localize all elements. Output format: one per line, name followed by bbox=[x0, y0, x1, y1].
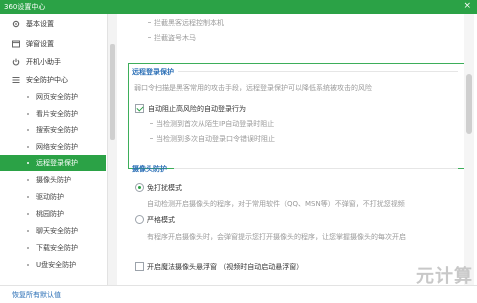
bullet-icon bbox=[27, 247, 29, 249]
sidebar: 基本设置 弹窗设置 开机小助手 安全防护中心 网页安全防护 看片安全防护 搜索安… bbox=[0, 14, 108, 285]
content-scrollbar-thumb[interactable] bbox=[466, 74, 472, 134]
sidebar-item-label: U盘安全防护 bbox=[36, 261, 77, 269]
section-description: 弱口令扫描是黑客常用的攻击手段，远程登录保护可以降低系统被攻击的风险 bbox=[134, 84, 372, 92]
restore-defaults-link[interactable]: 恢复所有默认值 bbox=[12, 290, 61, 300]
title-bar: 360设置中心 × bbox=[0, 0, 477, 14]
hint-text: 拦截黑客远程控制本机 bbox=[154, 19, 224, 27]
footer-bar: 恢复所有默认值 bbox=[0, 285, 477, 303]
sidebar-item-camera-protection[interactable]: 摄像头防护 bbox=[0, 172, 106, 188]
sidebar-item-download-protection[interactable]: 下载安全防护 bbox=[0, 240, 106, 256]
sidebar-item-label: 网页安全防护 bbox=[36, 93, 78, 101]
sidebar-item-video-protection[interactable]: 看片安全防护 bbox=[0, 106, 106, 122]
sidebar-item-search-protection[interactable]: 搜索安全防护 bbox=[0, 122, 106, 138]
watermark-text: 元计算 bbox=[416, 266, 473, 287]
sidebar-item-label: 安全防护中心 bbox=[26, 76, 68, 84]
bullet-icon bbox=[27, 146, 29, 148]
window-title: 360设置中心 bbox=[4, 3, 46, 11]
shield-list-icon bbox=[12, 77, 20, 83]
dash-icon bbox=[150, 138, 153, 139]
hint-text: 当检测到首次从陌生IP自动登录时阻止 bbox=[156, 120, 275, 128]
content-scrollbar[interactable] bbox=[464, 14, 474, 285]
free-mode-description: 自动检测开启摄像头的程序，对于常用软件（QQ、MSN等）不弹窗，不打扰您视频 bbox=[147, 200, 405, 208]
sidebar-item-label: 看片安全防护 bbox=[36, 110, 78, 118]
sidebar-item-label: 聊天安全防护 bbox=[36, 227, 78, 235]
bullet-icon bbox=[27, 162, 29, 164]
sidebar-item-peach-protection[interactable]: 桃园防护 bbox=[0, 206, 106, 222]
auto-block-label[interactable]: 自动阻止高风险的自动登录行为 bbox=[148, 104, 246, 114]
sidebar-item-basic-settings[interactable]: 基本设置 bbox=[0, 16, 106, 32]
bullet-icon bbox=[27, 96, 29, 98]
bullet-icon bbox=[27, 196, 29, 198]
sidebar-item-label: 摄像头防护 bbox=[36, 176, 71, 184]
float-window-checkbox[interactable] bbox=[135, 262, 144, 271]
sidebar-item-chat-protection[interactable]: 聊天安全防护 bbox=[0, 223, 106, 239]
free-mode-radio[interactable] bbox=[135, 183, 144, 192]
section-divider bbox=[178, 71, 458, 72]
sidebar-item-label: 基本设置 bbox=[26, 20, 54, 28]
section-title-remote-login: 远程登录保护 bbox=[132, 68, 174, 76]
sidebar-item-web-protection[interactable]: 网页安全防护 bbox=[0, 89, 106, 105]
hint-text: 拦截盗号木马 bbox=[154, 34, 196, 42]
dash-icon bbox=[148, 22, 151, 23]
bullet-icon bbox=[27, 264, 29, 266]
bullet-icon bbox=[27, 129, 29, 131]
bullet-icon bbox=[27, 179, 29, 181]
sidebar-item-label: 桃园防护 bbox=[36, 210, 64, 218]
section-divider bbox=[174, 168, 458, 169]
bullet-icon bbox=[27, 113, 29, 115]
dash-icon bbox=[150, 123, 153, 124]
strict-mode-radio[interactable] bbox=[135, 215, 144, 224]
strict-mode-description: 有程序开启摄像头时，会弹窗提示您打开摄像头的程序，让您掌握摄像头的每次开启 bbox=[147, 233, 406, 241]
auto-block-checkbox[interactable] bbox=[135, 104, 144, 113]
strict-mode-label[interactable]: 严格模式 bbox=[147, 215, 175, 225]
sidebar-item-driver-protection[interactable]: 驱动防护 bbox=[0, 189, 106, 205]
sidebar-item-usb-protection[interactable]: U盘安全防护 bbox=[0, 257, 106, 273]
settings-content: 拦截黑客远程控制本机 拦截盗号木马 远程登录保护 弱口令扫描是黑客常用的攻击手段… bbox=[118, 14, 477, 285]
float-window-label[interactable]: 开启魔法摄像头悬浮窗 （视频时自动启动悬浮窗） bbox=[147, 262, 303, 272]
gear-icon bbox=[12, 20, 20, 28]
hint-text: 当检测到多次自动登录口令错误时阻止 bbox=[156, 135, 275, 143]
sidebar-scrollbar-thumb[interactable] bbox=[110, 44, 115, 140]
bullet-icon bbox=[27, 230, 29, 232]
section-title-camera: 摄像头防护 bbox=[132, 165, 167, 173]
sidebar-item-label: 弹窗设置 bbox=[26, 40, 54, 48]
sidebar-item-remote-login[interactable]: 远程登录保护 bbox=[0, 155, 106, 171]
sidebar-item-label: 驱动防护 bbox=[36, 193, 64, 201]
power-icon bbox=[12, 58, 20, 66]
sidebar-item-label: 搜索安全防护 bbox=[36, 126, 78, 134]
sidebar-item-boot-assistant[interactable]: 开机小助手 bbox=[0, 54, 106, 70]
sidebar-scrollbar[interactable] bbox=[108, 14, 117, 285]
sidebar-item-label: 网络安全防护 bbox=[36, 143, 78, 151]
close-icon[interactable]: × bbox=[463, 1, 471, 12]
sidebar-item-label: 下载安全防护 bbox=[36, 244, 78, 252]
sidebar-item-label: 开机小助手 bbox=[26, 58, 61, 66]
remote-login-section-highlight bbox=[128, 63, 466, 169]
sidebar-item-network-protection[interactable]: 网络安全防护 bbox=[0, 139, 106, 155]
popup-window-icon bbox=[12, 40, 20, 48]
dash-icon bbox=[148, 37, 151, 38]
sidebar-item-popup-settings[interactable]: 弹窗设置 bbox=[0, 36, 106, 52]
free-mode-label[interactable]: 免打扰模式 bbox=[147, 183, 182, 193]
sidebar-item-security-center[interactable]: 安全防护中心 bbox=[0, 72, 106, 88]
bullet-icon bbox=[27, 213, 29, 215]
sidebar-item-label: 远程登录保护 bbox=[36, 159, 78, 167]
